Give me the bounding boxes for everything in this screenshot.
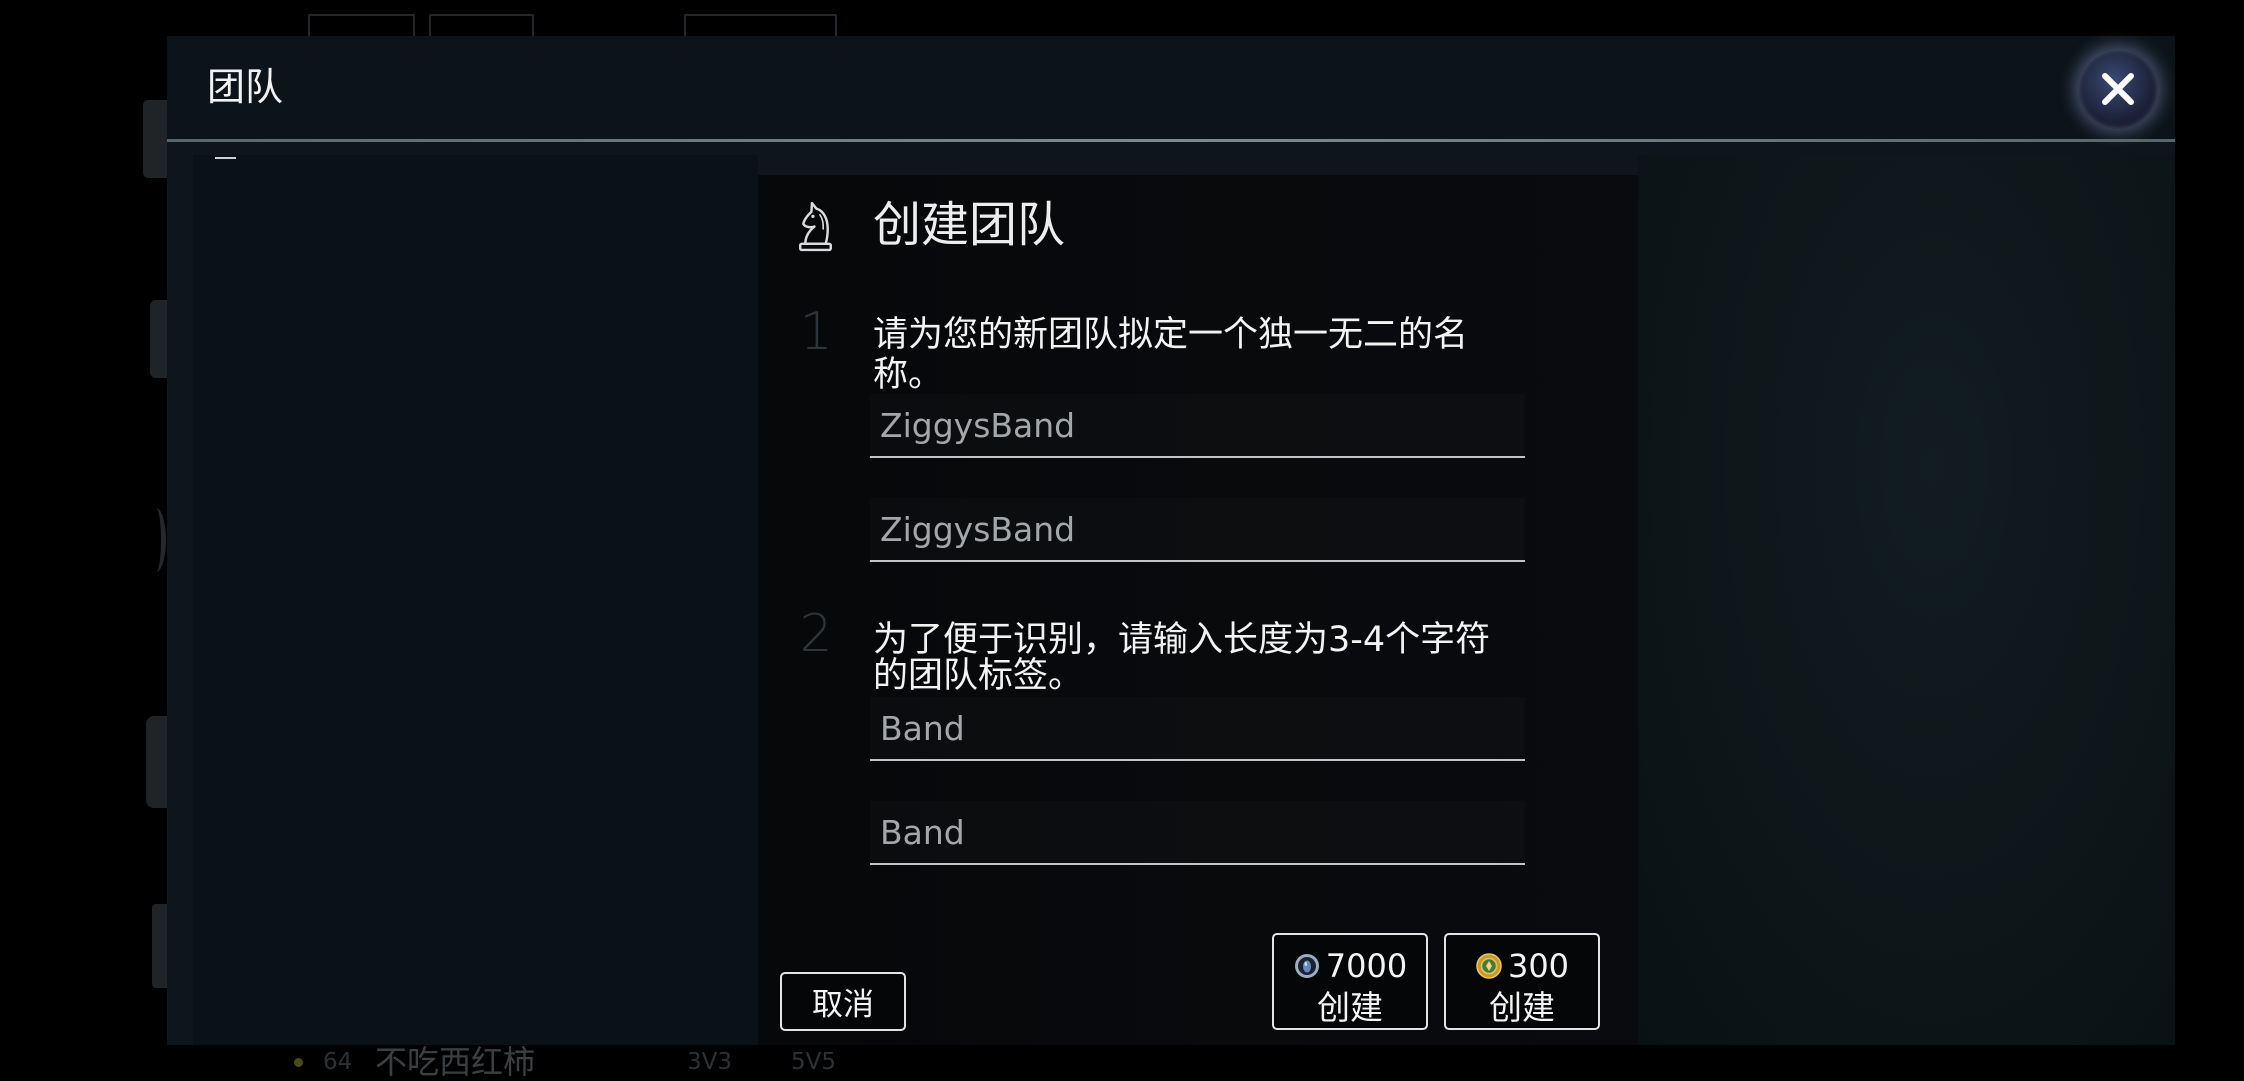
step-2-instruction-line: 的团队标签。: [873, 656, 1084, 696]
step-1-instruction-line: 称。: [873, 355, 944, 395]
team-detail-panel: [1638, 155, 2175, 1045]
team-modal: 团队 创建团队 1 请为您的新团队拟定一个独一无二的名 称。 2 为了便于识: [167, 36, 2175, 1045]
step-number-1: 1: [799, 302, 833, 362]
modal-title: 团队: [207, 65, 284, 109]
background-player-name: 不吃西红柿: [375, 1043, 536, 1081]
background-nav-icon-3: [146, 508, 166, 572]
background-mode-5v5: 5V5: [791, 1049, 837, 1075]
team-list-panel: [193, 155, 758, 1045]
team-name-confirm-input[interactable]: [870, 498, 1525, 562]
background-nav-icon-5: [152, 904, 167, 988]
modal-header: 团队: [167, 36, 2175, 139]
background-nav-icon-2: [150, 300, 167, 378]
background-status-dot: [294, 1058, 303, 1067]
gold-coin-icon: [1476, 953, 1502, 979]
cancel-button[interactable]: 取消: [780, 972, 906, 1031]
step-number-2: 2: [799, 604, 833, 664]
create-price: 300: [1507, 947, 1570, 985]
team-tag-confirm-input[interactable]: [870, 801, 1525, 865]
background-nav-icon-4: [146, 716, 167, 808]
create-button-label: 创建: [1317, 988, 1383, 1027]
close-button[interactable]: [2078, 49, 2158, 129]
step-1-instruction-line: 请为您的新团队拟定一个独一无二的名: [873, 315, 1469, 355]
header-divider: [167, 139, 2175, 142]
background-nav-icon-1: [143, 100, 167, 178]
close-icon: [2102, 73, 2134, 105]
create-team-card: 创建团队 1 请为您的新团队拟定一个独一无二的名 称。 2 为了便于识别，请输入…: [758, 175, 1638, 1045]
create-team-title: 创建团队: [873, 197, 1066, 253]
background-mode-3v3: 3V3: [687, 1049, 733, 1075]
create-price: 7000: [1325, 947, 1408, 985]
step-2-instruction-line: 为了便于识别，请输入长度为3-4个字符: [873, 620, 1491, 660]
step-2-instruction: 为了便于识别，请输入长度为3-4个字符 的团队标签。: [873, 622, 1593, 694]
tab-indicator: [215, 157, 236, 159]
create-with-coin-button[interactable]: 300 创建: [1444, 933, 1600, 1030]
create-price-row: 300: [1475, 943, 1569, 989]
team-name-input[interactable]: [870, 394, 1525, 458]
team-tag-input[interactable]: [870, 697, 1525, 761]
cancel-button-label: 取消: [812, 987, 874, 1023]
create-price-row: 7000: [1293, 943, 1407, 989]
chess-knight-icon: [799, 201, 832, 252]
create-with-blue-essence-button[interactable]: 7000 创建: [1272, 933, 1428, 1030]
step-1-instruction: 请为您的新团队拟定一个独一无二的名 称。: [873, 315, 1593, 395]
blue-essence-icon: [1294, 954, 1319, 978]
background-player-level: 64: [323, 1049, 353, 1075]
create-button-label: 创建: [1489, 988, 1555, 1027]
